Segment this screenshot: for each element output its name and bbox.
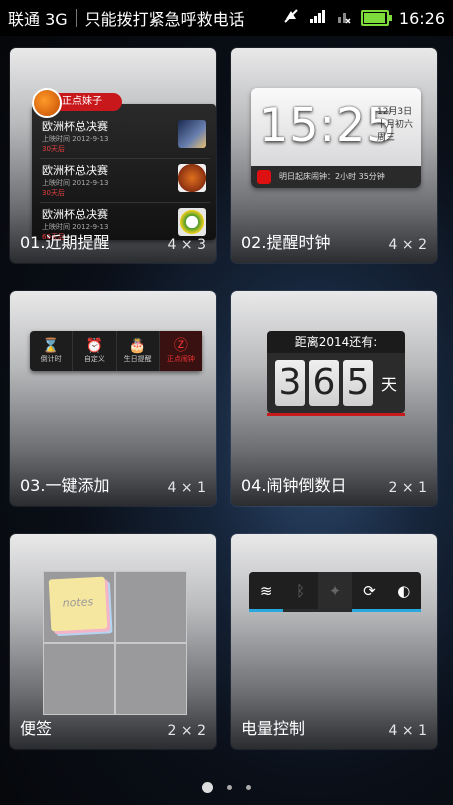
reminder-title: 欧洲杯总决赛 bbox=[42, 164, 108, 177]
date-lunar: 十月初六 bbox=[376, 120, 413, 130]
widget-tile-one-click-add[interactable]: ⌛ 倒计时 ⏰ 自定义 🎂 生日提醒 Ⓩ 正点闹钟 03.一键添加 4 × 1 bbox=[10, 291, 216, 506]
avatar bbox=[32, 88, 62, 118]
flower-thumbnail bbox=[178, 208, 206, 236]
widget-tile-recent-reminders[interactable]: 欧洲杯总决赛 上映时间 2012-9-13 30天后 欧洲杯总决赛 上映时间 2… bbox=[10, 48, 216, 263]
countdown-digit: 6 bbox=[309, 360, 339, 406]
clock-time: 16:26 bbox=[398, 8, 445, 28]
widget-tile-notes[interactable]: notes 便签 2 × 2 bbox=[10, 534, 216, 749]
tile-label: 03.一键添加 bbox=[20, 476, 110, 495]
hourglass-icon: ⌛ bbox=[42, 338, 60, 354]
signal-icon bbox=[309, 8, 327, 28]
brightness-icon: ◐ bbox=[386, 572, 422, 612]
status-separator bbox=[75, 9, 77, 27]
no-data-icon bbox=[337, 8, 351, 28]
reminder-days: 30天后 bbox=[42, 145, 65, 153]
notes-cell bbox=[44, 644, 114, 714]
tile-label: 电量控制 bbox=[241, 719, 306, 738]
power-control-bar: ≋ ᛒ ✦ ⟳ ◐ bbox=[249, 572, 422, 612]
clock-digits: 15:25 bbox=[259, 98, 397, 152]
tile-size: 2 × 2 bbox=[167, 723, 206, 739]
quick-add-birthday: 🎂 生日提醒 bbox=[117, 331, 160, 371]
notes-cell: notes bbox=[44, 572, 114, 642]
zz-alarm-icon: Ⓩ bbox=[173, 338, 188, 354]
wifi-icon: ≋ bbox=[249, 572, 284, 612]
tile-size: 4 × 1 bbox=[388, 723, 427, 739]
page-dot[interactable] bbox=[202, 782, 213, 793]
quick-add-countdown: ⌛ 倒计时 bbox=[30, 331, 74, 371]
quick-add-label: 倒计时 bbox=[40, 355, 62, 363]
countdown-digit: 5 bbox=[343, 360, 373, 406]
reminder-days: 30天后 bbox=[42, 189, 65, 197]
widget-tile-power-control[interactable]: ≋ ᛒ ✦ ⟳ ◐ 电量控制 4 × 1 bbox=[231, 534, 437, 749]
countdown-accent-line bbox=[267, 413, 405, 416]
tile-label: 便签 bbox=[20, 719, 53, 738]
widget-tile-reminder-clock[interactable]: 15:25 12月3日 十月初六 周三 明日起床闹钟：2小时 35分钟 02.提… bbox=[231, 48, 437, 263]
tile-size: 4 × 1 bbox=[167, 480, 206, 496]
notes-cell bbox=[116, 572, 186, 642]
quick-add-alarm: Ⓩ 正点闹钟 bbox=[159, 331, 202, 371]
list-item: 欧洲杯总决赛 上映时间 2012-9-13 30天后 bbox=[40, 114, 210, 159]
date-weekday: 周三 bbox=[376, 133, 395, 143]
tile-size: 2 × 1 bbox=[388, 480, 427, 496]
reminder-list: 欧洲杯总决赛 上映时间 2012-9-13 30天后 欧洲杯总决赛 上映时间 2… bbox=[32, 104, 216, 241]
moon-thumbnail bbox=[178, 120, 206, 148]
countdown-header: 距离2014还有: bbox=[267, 331, 405, 353]
quick-add-custom: ⏰ 自定义 bbox=[73, 331, 117, 371]
page-indicator[interactable] bbox=[0, 782, 453, 793]
reminder-date: 上映时间 2012-9-13 bbox=[42, 135, 109, 143]
gps-icon: ✦ bbox=[317, 572, 353, 612]
quick-add-label: 生日提醒 bbox=[123, 355, 152, 363]
tile-size: 4 × 3 bbox=[167, 237, 206, 253]
battery-icon bbox=[360, 10, 392, 26]
reminder-title: 欧洲杯总决赛 bbox=[42, 208, 108, 221]
tile-label: 04.闹钟倒数日 bbox=[241, 476, 347, 495]
sync-icon: ⟳ bbox=[352, 572, 387, 612]
date-solar: 12月3日 bbox=[376, 107, 413, 117]
tile-label: 01.近期提醒 bbox=[20, 233, 110, 252]
alarm-text: 明日起床闹钟：2小时 35分钟 bbox=[279, 172, 385, 181]
countdown-digit: 3 bbox=[275, 360, 305, 406]
food-thumbnail bbox=[178, 164, 206, 192]
quick-add-label: 自定义 bbox=[83, 355, 105, 363]
alarm-bar: 明日起床闹钟：2小时 35分钟 bbox=[251, 166, 421, 188]
widget-tile-countdown[interactable]: 距离2014还有: 3 6 5 天 04.闹钟倒数日 2 × 1 bbox=[231, 291, 437, 506]
carrier-label: 联通 3G bbox=[8, 10, 68, 29]
quick-add-label: 正点闹钟 bbox=[166, 355, 195, 363]
bluetooth-icon: ᛒ bbox=[283, 572, 318, 612]
reminder-date: 上映时间 2012-9-13 bbox=[42, 179, 109, 187]
alarm-plus-icon: ⏰ bbox=[85, 338, 104, 354]
notes-grid: notes bbox=[44, 572, 186, 714]
battery-fill bbox=[363, 13, 386, 23]
mute-icon bbox=[283, 8, 299, 28]
cake-icon: 🎂 bbox=[128, 338, 147, 354]
notes-cell bbox=[116, 644, 186, 714]
reminder-title: 欧洲杯总决赛 bbox=[42, 120, 108, 133]
tile-label: 02.提醒时钟 bbox=[241, 233, 331, 252]
page-dot[interactable] bbox=[246, 785, 251, 790]
alarm-icon bbox=[257, 170, 271, 184]
emergency-only-text: 只能拨打紧急呼救电话 bbox=[84, 10, 245, 29]
status-icons: 16:26 bbox=[283, 0, 445, 36]
status-bar: 联通 3G 只能拨打紧急呼救电话 16:26 bbox=[0, 0, 453, 36]
quick-add-bar: ⌛ 倒计时 ⏰ 自定义 🎂 生日提醒 Ⓩ 正点闹钟 bbox=[30, 331, 202, 371]
clock-date: 12月3日 十月初六 周三 bbox=[377, 106, 413, 145]
tile-size: 4 × 2 bbox=[388, 237, 427, 253]
countdown-unit: 天 bbox=[381, 375, 398, 394]
countdown-digits: 3 6 5 天 bbox=[267, 353, 405, 413]
page-dot[interactable] bbox=[227, 785, 232, 790]
notes-icon: notes bbox=[48, 576, 108, 632]
list-item: 欧洲杯总决赛 上映时间 2012-9-13 30天后 bbox=[40, 158, 210, 203]
